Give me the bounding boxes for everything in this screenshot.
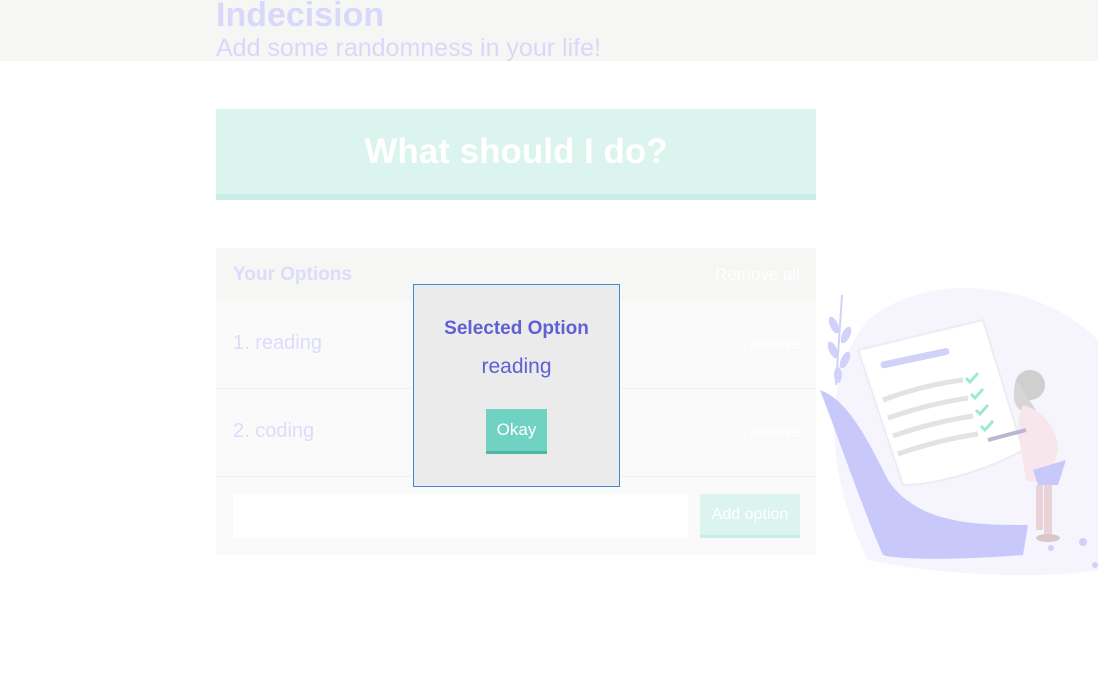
okay-button[interactable]: Okay [486, 409, 547, 454]
add-option-button[interactable]: Add option [700, 494, 800, 538]
option-remove-button[interactable]: remove [750, 424, 800, 441]
remove-all-button[interactable]: Remove all [715, 265, 800, 285]
app-title: Indecision [216, 0, 385, 34]
selected-option-text: reading [481, 355, 552, 378]
what-should-i-do-button[interactable]: What should I do? [216, 109, 816, 200]
selected-option-modal: Selected Option reading Okay [413, 284, 620, 487]
option-text: 1. reading [233, 332, 322, 354]
app-subtitle: Add some randomness in your life! [216, 34, 601, 62]
checklist-illustration-icon [808, 280, 1098, 580]
add-option-input[interactable] [233, 494, 688, 538]
app-page: Indecision Add some randomness in your l… [0, 0, 1098, 693]
option-remove-button[interactable]: remove [750, 336, 800, 353]
app-header: Indecision Add some randomness in your l… [0, 0, 1098, 62]
modal-title: Selected Option [444, 318, 589, 339]
options-title: Your Options [233, 264, 352, 285]
option-text: 2. coding [233, 420, 315, 442]
